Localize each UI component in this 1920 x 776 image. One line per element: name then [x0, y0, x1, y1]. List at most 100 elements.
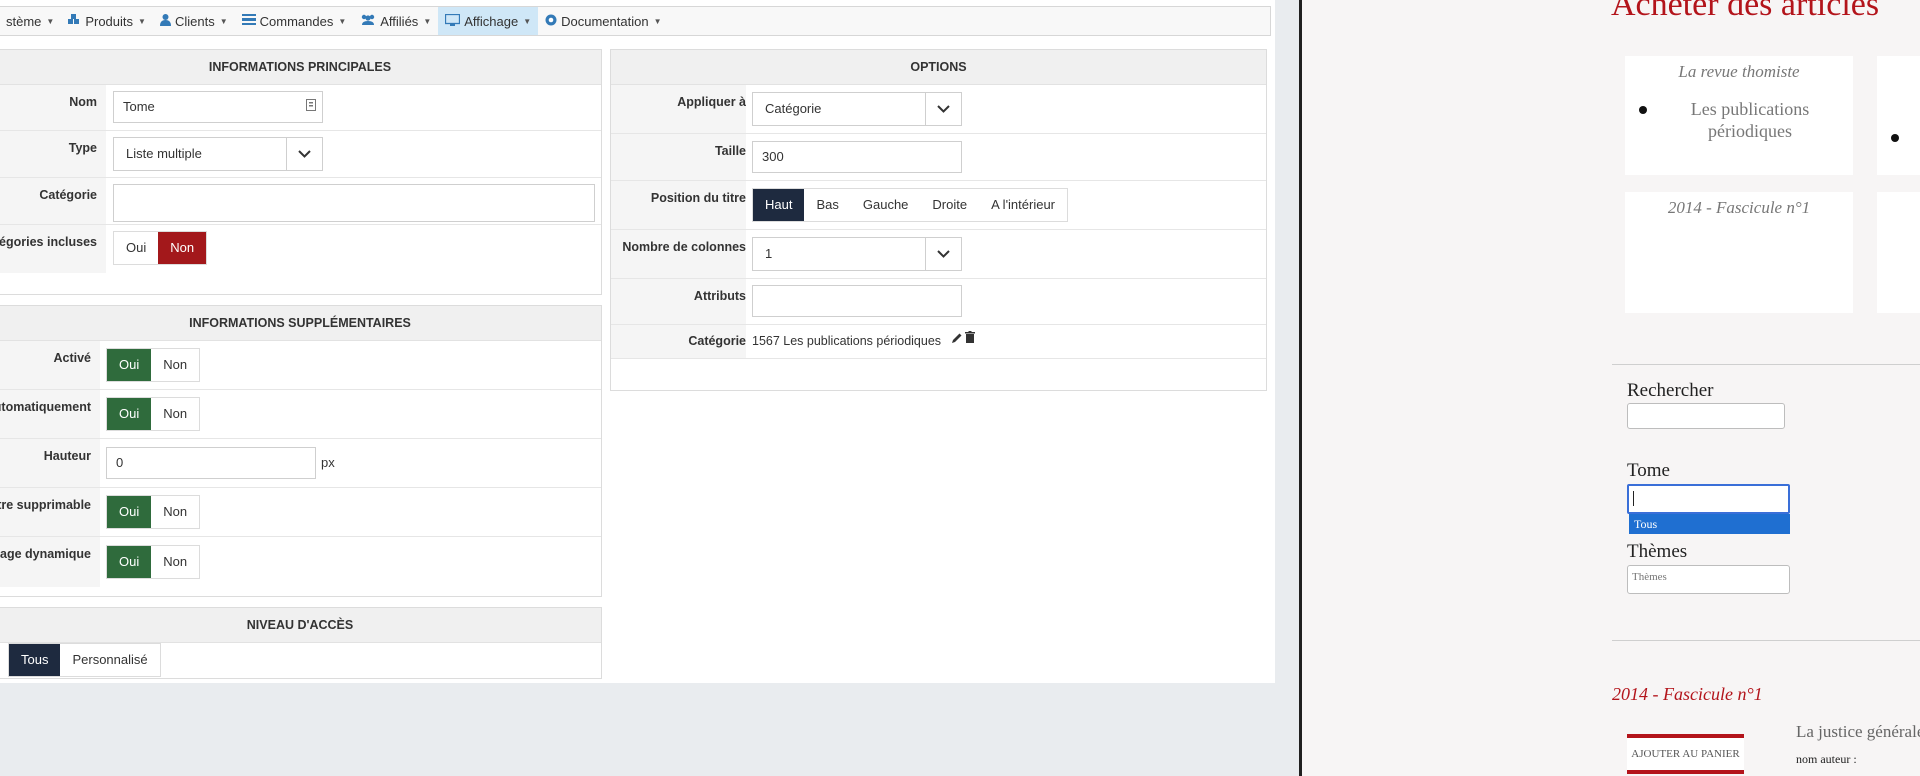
row-categories-incluses: tégories incluses Oui Non	[0, 225, 601, 273]
panel-title: INFORMATIONS SUPPLÉMENTAIRES	[0, 306, 601, 341]
product-card[interactable]	[1877, 56, 1920, 175]
bullet-icon	[1891, 134, 1899, 142]
colonnes-select[interactable]: 1	[752, 237, 962, 271]
trash-icon[interactable]	[965, 331, 975, 346]
oui-button[interactable]: Oui	[114, 232, 158, 264]
row-dynamique: hage dynamique Oui Non	[0, 537, 601, 587]
categories-incluses-label: tégories incluses	[0, 235, 97, 249]
hauteur-input[interactable]: 0	[106, 447, 316, 479]
nom-value: Tome	[123, 99, 155, 114]
hauteur-unit: px	[321, 455, 335, 470]
automatiquement-label: utomatiquement	[0, 400, 91, 414]
fascicule-heading: 2014 - Fascicule n°1	[1612, 684, 1763, 704]
tome-option-tous[interactable]: Tous	[1629, 514, 1790, 534]
row-colonnes: Nombre de colonnes 1	[611, 230, 1266, 279]
menu-documentation[interactable]: Documentation ▼	[538, 7, 668, 35]
menu-systeme[interactable]: stème ▼	[0, 7, 61, 35]
oui-button[interactable]: Oui	[107, 496, 152, 528]
nom-input[interactable]: Tome	[113, 91, 323, 123]
menu-label: Produits	[85, 13, 134, 29]
caret-down-icon: ▼	[338, 16, 347, 26]
search-label: Rechercher	[1627, 380, 1714, 401]
caret-down-icon: ▼	[423, 16, 432, 26]
row-categorie-option: Catégorie 1567 Les publications périodiq…	[611, 325, 1266, 359]
menu-commandes[interactable]: Commandes ▼	[235, 7, 354, 35]
user-icon	[159, 13, 171, 29]
categorie-input[interactable]	[113, 184, 595, 222]
type-label: Type	[68, 141, 97, 155]
non-button[interactable]: Non	[151, 349, 199, 381]
appliquer-label: Appliquer à	[677, 95, 746, 109]
attributs-label: Attributs	[693, 289, 746, 303]
card-title: 2014 - Fascicule n°1	[1667, 198, 1811, 217]
caret-down-icon: ▼	[138, 16, 146, 26]
attributs-input[interactable]	[752, 285, 962, 317]
oui-button[interactable]: Oui	[107, 546, 152, 578]
panel-extra-info: INFORMATIONS SUPPLÉMENTAIRES Activé Oui …	[0, 305, 602, 597]
users-icon	[360, 14, 376, 28]
non-button[interactable]: Non	[151, 398, 199, 430]
product-card[interactable]: La revue thomiste Les publications pério…	[1625, 56, 1853, 175]
panel-access: NIVEAU D'ACCÈS Tous Personnalisé	[0, 607, 602, 679]
colonnes-label: Nombre de colonnes	[622, 240, 746, 254]
caret-down-icon: ▼	[46, 16, 55, 26]
text-cursor	[1633, 491, 1634, 506]
article-title[interactable]: La justice générale	[1796, 722, 1920, 742]
oui-button[interactable]: Oui	[107, 349, 152, 381]
type-select[interactable]: Liste multiple	[113, 137, 323, 171]
product-card[interactable]	[1877, 192, 1920, 313]
menu-label: Affichage	[464, 13, 519, 29]
themes-input[interactable]: Thèmes	[1627, 565, 1790, 594]
product-card[interactable]: 2014 - Fascicule n°1	[1625, 192, 1853, 313]
menu-produits[interactable]: Produits ▼	[61, 7, 153, 35]
row-type: Type Liste multiple	[0, 131, 601, 178]
position-droite-button[interactable]: Droite	[920, 189, 979, 221]
row-supprimable: ltre supprimable Oui Non	[0, 488, 601, 537]
chevron-down-icon	[925, 238, 961, 270]
tome-input[interactable]	[1627, 484, 1790, 514]
panel-title: NIVEAU D'ACCÈS	[0, 608, 601, 643]
oui-button[interactable]: Oui	[107, 398, 152, 430]
taille-input[interactable]: 300	[752, 141, 962, 173]
menu-affichage[interactable]: Affichage ▼	[438, 7, 539, 35]
admin-pane: stème ▼ Produits ▼ Clients ▼ Commandes ▼ Aff…	[0, 0, 1275, 776]
menu-affilies[interactable]: Affiliés ▼	[353, 7, 438, 35]
menu-label: stème	[6, 13, 42, 29]
card-link[interactable]: Les publications périodiques	[1675, 98, 1825, 142]
non-button[interactable]: Non	[151, 496, 199, 528]
position-gauche-button[interactable]: Gauche	[851, 189, 921, 221]
personnalise-button[interactable]: Personnalisé	[60, 644, 159, 676]
appliquer-select[interactable]: Catégorie	[752, 92, 962, 126]
position-haut-button[interactable]: Haut	[753, 189, 805, 221]
list-icon	[241, 14, 256, 28]
menu-label: Clients	[174, 13, 215, 29]
add-to-cart-button[interactable]: AJOUTER AU PANIER	[1627, 734, 1744, 774]
divider	[1612, 364, 1920, 365]
translate-icon[interactable]	[306, 92, 316, 122]
menu-clients[interactable]: Clients ▼	[153, 7, 235, 35]
row-categorie: Catégorie	[0, 178, 601, 225]
non-button[interactable]: Non	[151, 546, 199, 578]
position-bas-button[interactable]: Bas	[804, 189, 850, 221]
categories-incluses-toggle: Oui Non	[113, 231, 208, 265]
chevron-down-icon	[286, 138, 322, 170]
caret-down-icon: ▼	[219, 16, 228, 26]
caret-down-icon: ▼	[653, 16, 662, 26]
search-input[interactable]	[1627, 403, 1785, 429]
position-interieur-button[interactable]: A l'intérieur	[979, 189, 1067, 221]
non-button[interactable]: Non	[158, 232, 207, 264]
card-title: La revue thomiste	[1678, 62, 1800, 81]
menu-label: Affiliés	[380, 13, 419, 29]
automatiquement-toggle: Oui Non	[106, 397, 201, 431]
lifebuoy-icon	[545, 14, 557, 29]
preview-title: Acheter des articles	[1611, 0, 1880, 23]
article-author: nom auteur :	[1796, 752, 1857, 766]
tous-button[interactable]: Tous	[9, 644, 61, 676]
access-toggle: Tous Personnalisé	[8, 643, 161, 677]
dynamique-toggle: Oui Non	[106, 545, 201, 579]
categorie-label: Catégorie	[39, 188, 97, 202]
row-automatiquement: utomatiquement Oui Non	[0, 390, 601, 439]
panel-main-info: INFORMATIONS PRINCIPALES Nom Tome Type L…	[0, 49, 602, 295]
position-titre-toggle: Haut Bas Gauche Droite A l'intérieur	[752, 188, 1069, 222]
pencil-icon[interactable]	[951, 332, 963, 347]
